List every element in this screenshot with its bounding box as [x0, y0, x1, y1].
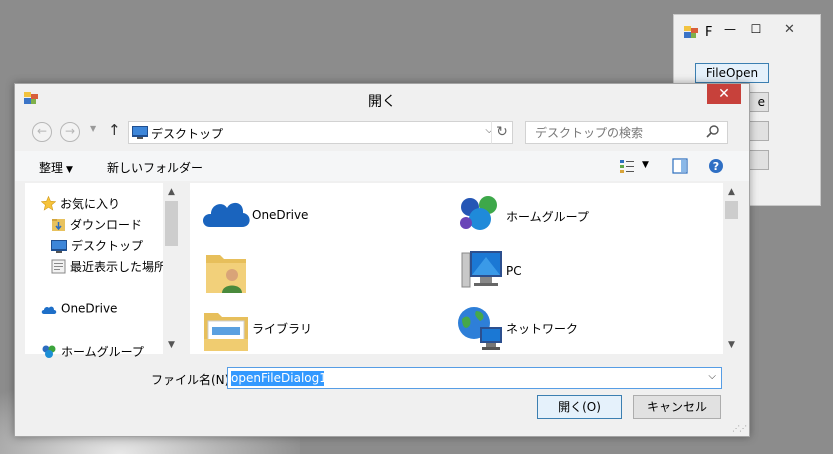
dialog-close-button[interactable]: ✕	[707, 84, 741, 104]
scroll-up-arrow[interactable]: ▲	[163, 187, 180, 197]
up-button[interactable]: ↑	[108, 121, 121, 139]
forward-button[interactable]: →	[60, 122, 80, 142]
help-icon[interactable]: ?	[708, 158, 724, 174]
background-window-title: F	[705, 25, 713, 40]
search-input[interactable]	[526, 122, 702, 143]
dialog-title: 開く	[368, 94, 396, 110]
file-item-homegroup[interactable]: ホームグループ	[450, 189, 690, 237]
nav-item-downloads[interactable]: ダウンロード	[51, 216, 142, 233]
nav-item-label: 最近表示した場所	[70, 260, 167, 274]
chevron-down-icon: ▼	[66, 165, 73, 175]
navigation-pane: お気に入り ダウンロード デスクトップ 最近表示した場所 OneDrive ホー…	[25, 183, 180, 359]
new-folder-button[interactable]: 新しいフォルダー	[107, 159, 203, 176]
file-item-label: ネットワーク	[506, 322, 579, 336]
pc-icon	[461, 251, 502, 288]
nav-item-onedrive[interactable]: OneDrive	[41, 301, 117, 316]
file-list-area: OneDrive ホームグループ PC ライブラリ ネットワーク	[190, 183, 723, 354]
desktop-icon	[51, 239, 67, 253]
scroll-down-arrow[interactable]: ▼	[723, 340, 740, 350]
dialog-titlebar: 開く ✕	[15, 84, 749, 114]
maximize-button[interactable]: ☐	[744, 21, 768, 37]
scroll-down-arrow[interactable]: ▼	[163, 340, 180, 350]
file-name-input[interactable]	[229, 369, 699, 387]
recent-places-icon	[51, 259, 66, 274]
address-location: デスクトップ	[151, 127, 224, 141]
minimize-button[interactable]: —	[718, 21, 742, 37]
file-item-label: ホームグループ	[506, 210, 589, 224]
refresh-button[interactable]: ↻	[491, 121, 513, 144]
background-close-button[interactable]: ✕	[767, 21, 812, 39]
nav-item-label: OneDrive	[61, 301, 118, 316]
app-icon	[684, 26, 698, 38]
file-item-label: PC	[506, 264, 522, 278]
onedrive-icon	[202, 202, 250, 227]
chevron-down-icon[interactable]: ⌵	[708, 371, 716, 382]
search-box[interactable]	[525, 121, 728, 144]
user-folder-icon	[206, 255, 246, 293]
organize-label: 整理	[39, 161, 64, 175]
file-item-onedrive[interactable]: OneDrive	[196, 189, 436, 237]
fileopen-button[interactable]: FileOpen	[695, 63, 769, 83]
back-button[interactable]: ←	[32, 122, 52, 142]
address-bar[interactable]: デスクトップ ⌵	[128, 121, 500, 144]
libraries-icon	[204, 313, 248, 351]
file-item-libraries[interactable]: ライブラリ	[196, 301, 436, 351]
file-item-label: OneDrive	[252, 208, 309, 222]
open-button[interactable]: 開く(O)	[537, 395, 622, 419]
file-item-pc[interactable]: PC	[450, 245, 690, 293]
nav-item-label: ダウンロード	[70, 218, 143, 232]
organize-menu[interactable]: 整理 ▼	[39, 159, 73, 176]
search-icon[interactable]	[704, 123, 722, 141]
file-list-scroll-thumb[interactable]	[725, 201, 738, 219]
file-item-user-folder[interactable]	[196, 245, 436, 293]
file-list-scrollbar[interactable]: ▲ ▼	[723, 183, 740, 354]
background-window-titlebar: F — ☐ ✕	[674, 15, 820, 47]
scroll-up-arrow[interactable]: ▲	[723, 187, 740, 197]
change-view-icon[interactable]	[619, 158, 635, 174]
resize-grip-icon[interactable]: ⋰⋰	[732, 424, 747, 433]
svg-text:?: ?	[713, 160, 719, 173]
file-item-label: ライブラリ	[252, 322, 313, 336]
file-name-label: ファイル名(N):	[151, 373, 234, 387]
nav-item-desktop[interactable]: デスクトップ	[51, 237, 143, 254]
nav-item-label: ホームグループ	[61, 345, 144, 359]
file-item-network[interactable]: ネットワーク	[450, 301, 690, 350]
star-icon	[41, 196, 56, 211]
form-button-2-label: e	[757, 95, 765, 109]
nav-item-label: お気に入り	[60, 197, 121, 211]
navigation-scroll-thumb[interactable]	[165, 201, 178, 246]
desktop-icon	[132, 126, 148, 139]
navigation-scrollbar[interactable]: ▲ ▼	[163, 183, 180, 354]
preview-pane-icon[interactable]	[672, 158, 688, 174]
homegroup-icon	[42, 345, 56, 358]
view-options-dropdown[interactable]: ▼	[642, 160, 649, 170]
cancel-button[interactable]: キャンセル	[633, 395, 721, 419]
nav-item-recent-places[interactable]: 最近表示した場所	[51, 258, 166, 275]
file-name-combobox[interactable]: ⌵	[227, 367, 722, 389]
network-icon	[458, 307, 502, 350]
open-file-dialog: 開く ✕ ← → ▼ ↑ デスクトップ ⌵ ↻ 整理▼ 新しいフォルダー ▼ ?	[14, 83, 750, 437]
recent-locations-dropdown[interactable]: ▼	[90, 124, 96, 133]
nav-item-homegroup[interactable]: ホームグループ	[41, 343, 144, 360]
nav-item-favorites[interactable]: お気に入り	[41, 195, 120, 212]
nav-item-label: デスクトップ	[71, 239, 144, 253]
onedrive-icon	[41, 306, 57, 314]
downloads-folder-icon	[52, 219, 65, 231]
homegroup-icon	[460, 196, 497, 230]
